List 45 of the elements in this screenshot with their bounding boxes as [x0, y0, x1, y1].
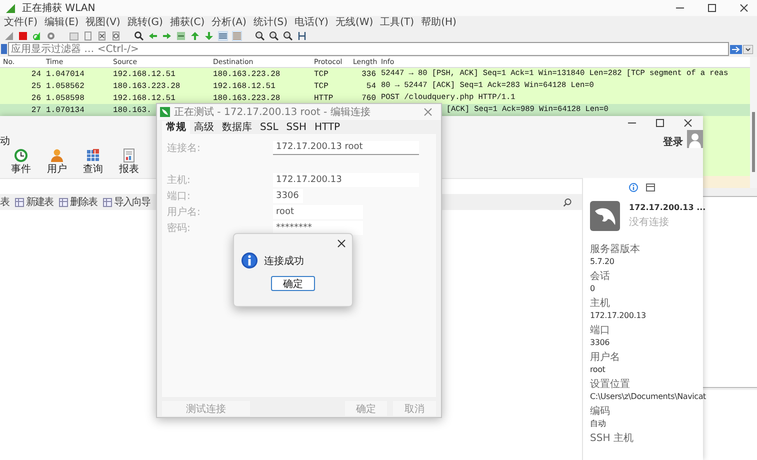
table-cell-text: 24	[30, 70, 42, 78]
field-value: 3306	[590, 337, 611, 348]
field-value: 自动	[590, 418, 607, 429]
table-cell-text: 336	[360, 70, 377, 78]
table-cell-text: 180.163.223.28	[212, 94, 282, 102]
field-label: 服务器版本	[590, 243, 641, 256]
field-label: 设置位置	[590, 378, 631, 391]
window-title: 正在测试 - 172.17.200.13 root - 编辑连接	[174, 106, 370, 119]
field-value: root	[590, 364, 606, 375]
table-cell-text: TCP	[313, 70, 330, 78]
table-cell-text: 27	[30, 106, 42, 114]
field-value: 5.7.20	[590, 256, 616, 267]
message-text: 连接成功	[264, 254, 304, 268]
table-cell-text: HTTP	[313, 94, 334, 102]
table-cell-text: 25	[30, 82, 42, 90]
table-cell-text: 192.168.12.51	[112, 94, 176, 102]
field-label: 端口	[590, 324, 611, 337]
table-cell-text: 760	[360, 94, 377, 102]
field-value: 172.17.200.13	[590, 310, 647, 321]
table-cell-text: 192.168.12.51	[112, 70, 176, 78]
table-cell-text: 180.163.223.28	[212, 70, 282, 78]
field-label: 端口:	[166, 190, 192, 202]
field-label: 连接名:	[166, 142, 202, 154]
field-label: 会话	[590, 270, 611, 283]
field-label: 主机:	[166, 174, 192, 186]
table-cell-text: 180.163.223.28	[112, 82, 182, 90]
table-cell-text: 180.163.	[112, 106, 152, 114]
field-label: 用户名	[590, 351, 621, 364]
connection-name: 172.17.200.13 ...	[629, 203, 706, 212]
table-cell-text: 1.058598	[45, 94, 86, 102]
table-cell-text: 26	[30, 94, 42, 102]
field-label: SSH 主机	[590, 432, 634, 445]
field-label: 密码:	[166, 222, 192, 234]
field-label: 编码	[590, 405, 611, 418]
field-value: 0	[590, 283, 596, 294]
field-label: 用户名:	[166, 206, 202, 218]
connection-status: 没有连接	[629, 216, 670, 229]
table-cell-text: 1.058562	[45, 82, 86, 90]
window-title: 正在捕获 WLAN	[22, 2, 96, 15]
table-cell-text: 1.047014	[45, 70, 86, 78]
table-cell-text: 1.070134	[45, 106, 86, 114]
table-cell-text: 54	[365, 82, 377, 90]
field-label: 主机	[590, 297, 611, 310]
table-cell-text: 192.168.12.51	[212, 82, 276, 90]
table-cell-text: TCP	[313, 82, 330, 90]
